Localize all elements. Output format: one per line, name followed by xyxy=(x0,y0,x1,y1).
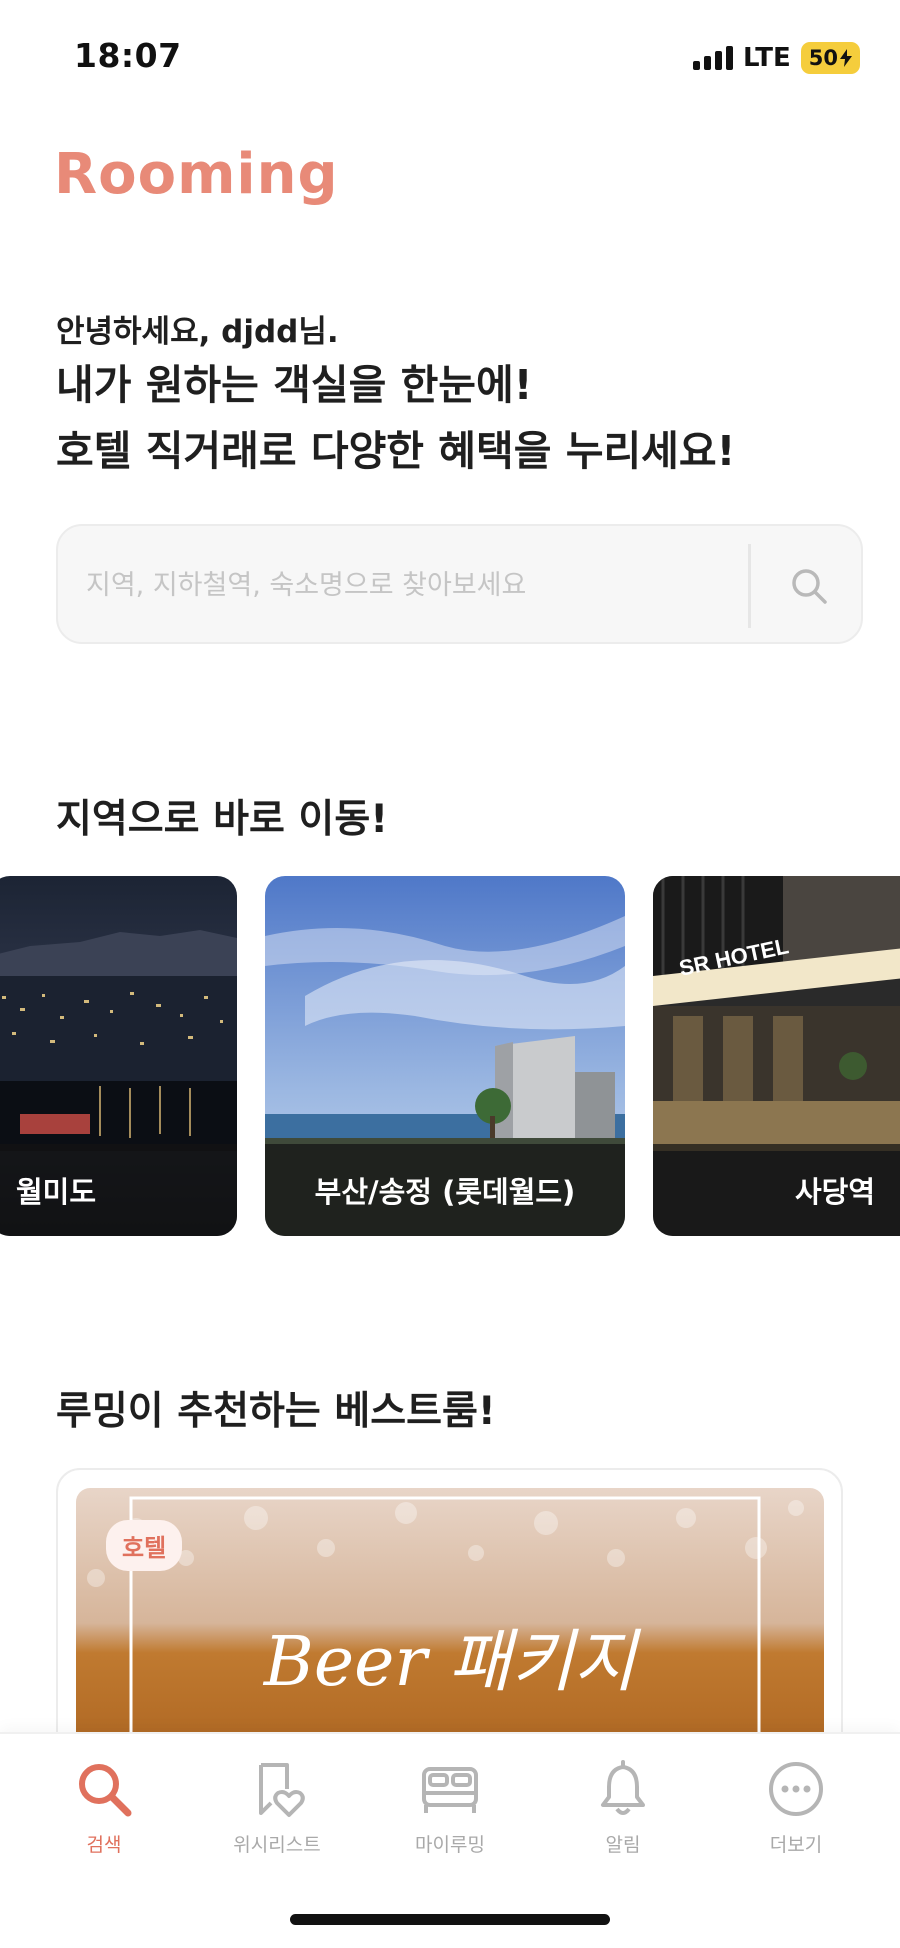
status-time: 18:07 xyxy=(74,36,182,75)
more-icon xyxy=(763,1756,829,1822)
region-label-bar: 월미도 xyxy=(0,1144,237,1236)
search-icon xyxy=(71,1756,137,1822)
room-image-caption: Beer 패키지 xyxy=(263,1623,637,1702)
tab-label: 마이루밍 xyxy=(415,1834,485,1856)
region-card-wolmido[interactable]: 월미도 xyxy=(0,876,237,1236)
search-box xyxy=(56,524,863,644)
tab-label: 알림 xyxy=(605,1834,641,1856)
room-card[interactable]: Beer 패키지 호텔 xyxy=(56,1468,843,1768)
region-label-bar: 부산/송정 (롯데월드) xyxy=(265,1144,625,1236)
region-label: 부산/송정 (롯데월드) xyxy=(314,1175,576,1209)
room-image: Beer 패키지 호텔 xyxy=(76,1488,824,1766)
best-rooms-section-title: 루밍이 추천하는 베스트룸! xyxy=(56,1389,496,1434)
region-label-bar: 사당역 xyxy=(653,1144,900,1236)
tab-label: 위시리스트 xyxy=(233,1834,321,1856)
regions-section-title: 지역으로 바로 이동! xyxy=(56,797,388,842)
search-divider xyxy=(748,544,751,628)
region-label: 사당역 xyxy=(794,1175,875,1209)
status-bar: 18:07 LTE 50 xyxy=(0,0,900,110)
signal-icon xyxy=(693,46,733,70)
network-label: LTE xyxy=(743,43,791,73)
tab-label: 더보기 xyxy=(769,1834,823,1856)
search-icon xyxy=(792,569,827,604)
room-type-badge: 호텔 xyxy=(106,1520,183,1571)
tab-label: 검색 xyxy=(86,1834,122,1856)
search-button[interactable] xyxy=(770,548,848,624)
tab-wishlist[interactable]: 위시리스트 xyxy=(207,1756,347,1857)
headline-line-2: 호텔 직거래로 다양한 혜택을 누리세요! xyxy=(56,427,736,475)
tab-notifications[interactable]: 알림 xyxy=(553,1756,693,1857)
tab-search[interactable]: 검색 xyxy=(34,1756,174,1857)
bed-icon xyxy=(417,1756,483,1822)
app-logo[interactable]: Rooming xyxy=(54,142,339,207)
charging-bolt-icon xyxy=(840,49,852,67)
tab-more[interactable]: 더보기 xyxy=(726,1756,866,1857)
headline-line-1: 내가 원하는 객실을 한눈에! xyxy=(56,361,533,409)
bell-icon xyxy=(590,1756,656,1822)
region-card-sadang[interactable]: SR HOTEL 사당역 xyxy=(653,876,900,1236)
status-indicators: LTE 50 xyxy=(693,42,860,74)
region-card-busan-songjeong[interactable]: 부산/송정 (롯데월드) xyxy=(265,876,625,1236)
headline: 내가 원하는 객실을 한눈에! 호텔 직거래로 다양한 혜택을 누리세요! xyxy=(56,352,735,484)
battery-level: 50 xyxy=(808,46,838,70)
wishlist-icon xyxy=(244,1756,310,1822)
tab-my-rooming[interactable]: 마이루밍 xyxy=(380,1756,520,1857)
battery-icon: 50 xyxy=(800,42,860,74)
home-indicator[interactable] xyxy=(290,1914,610,1925)
greeting-text: 안녕하세요, djdd님. xyxy=(56,314,339,350)
search-input[interactable] xyxy=(86,562,736,608)
region-label: 월미도 xyxy=(16,1175,97,1209)
